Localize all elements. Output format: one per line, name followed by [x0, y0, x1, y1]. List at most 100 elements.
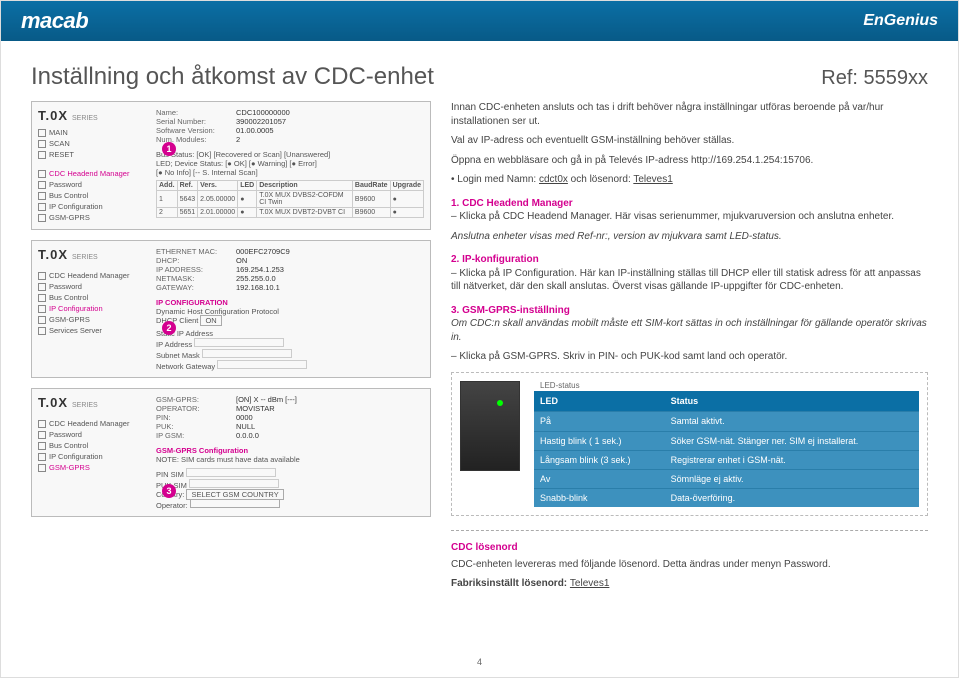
tox-logo: T.0X [38, 108, 68, 123]
menu-item: Services Server [49, 326, 102, 335]
table-row: Långsam blink (3 sek.)Registrerar enhet … [534, 450, 919, 469]
td: B9600 [352, 208, 390, 218]
menu-item: IP Configuration [49, 452, 103, 461]
td: Data-överföring. [665, 489, 919, 508]
page-number: 4 [477, 657, 482, 667]
screenshot-gsm: 3 T.0XSERIES CDC Headend Manager Passwor… [31, 388, 431, 517]
info-val: 2 [236, 135, 240, 144]
header-bar: macab EnGenius [1, 1, 958, 41]
info-key: GSM-GPRS: [156, 395, 236, 404]
info-val: ON [236, 256, 247, 265]
document-page: macab EnGenius Inställning och åtkomst a… [0, 0, 959, 678]
login-password: Televes1 [633, 174, 672, 185]
info-val: 255.255.0.0 [236, 274, 276, 283]
th: Upgrade [390, 181, 423, 191]
info-key: DHCP: [156, 256, 236, 265]
table-row: Hastig blink ( 1 sek.)Söker GSM-nät. Stä… [534, 431, 919, 450]
th: LED [534, 391, 665, 412]
brand-right-logo: EnGenius [863, 12, 938, 30]
menu-item: GSM-GPRS [49, 463, 90, 472]
td: 2.05.00000 [198, 191, 238, 208]
info-key: PUK: [156, 422, 236, 431]
td: På [534, 412, 665, 431]
td: Långsam blink (3 sek.) [534, 450, 665, 469]
ipconfig-title: IP CONFIGURATION [156, 298, 424, 307]
table-row: 1 5643 2.05.00000 ● T.0X MUX DVBS2-COFDM… [157, 191, 424, 208]
td: Sömnläge ej aktiv. [665, 469, 919, 488]
td: 2.01.00000 [198, 208, 238, 218]
menu-item: GSM-GPRS [49, 315, 90, 324]
series-label: SERIES [72, 254, 98, 261]
menu-item: CDC Headend Manager [49, 271, 129, 280]
info-key: Software Version: [156, 126, 236, 135]
th: Description [257, 181, 353, 191]
series-label: SERIES [72, 402, 98, 409]
table-row: 2 5651 2.01.00000 ● T.0X MUX DVBT2-DVBT … [157, 208, 424, 218]
info-val: 0000 [236, 413, 253, 422]
td: Hastig blink ( 1 sek.) [534, 431, 665, 450]
menu-item: CDC Headend Manager [49, 169, 129, 178]
td: 5643 [177, 191, 198, 208]
menu-item: IP Configuration [49, 304, 103, 313]
info-key: IP GSM: [156, 431, 236, 440]
screenshot-ipconfig: 2 T.0XSERIES CDC Headend Manager Passwor… [31, 240, 431, 378]
menu-item: Password [49, 282, 82, 291]
separator [451, 530, 928, 531]
section-2-head: 2. IP-konfiguration [451, 253, 928, 267]
brand-left-logo: macab [21, 8, 88, 34]
section-1-line-2: Anslutna enheter visas med Ref-nr:, vers… [451, 230, 928, 244]
menu-item: Password [49, 180, 82, 189]
info-key: PIN: [156, 413, 236, 422]
field-label: IP Address [156, 340, 192, 349]
pw-factory-value: Televes1 [570, 578, 609, 589]
pw-factory-prefix: Fabriksinställt lösenord: [451, 578, 570, 589]
td: Registrerar enhet i GSM-nät. [665, 450, 919, 469]
menu-item: Password [49, 430, 82, 439]
gsm-note: NOTE: SIM cards must have data available [156, 455, 424, 464]
led-status-table: LED Status PåSamtal aktivt. Hastig blink… [534, 391, 919, 507]
modules-table: Add. Ref. Vers. LED Description BaudRate… [156, 180, 424, 218]
td: Av [534, 469, 665, 488]
menu-item: GSM-GPRS [49, 213, 90, 222]
led-device-status: LED; Device Status: [● OK] [● Warning] [… [156, 159, 424, 168]
tox-logo: T.0X [38, 395, 68, 410]
table-row: AvSömnläge ej aktiv. [534, 469, 919, 488]
side-menu-2: CDC Headend Manager Password Bus Control… [38, 270, 148, 336]
info-val: NULL [236, 422, 255, 431]
ipconfig-subtitle: Dynamic Host Configuration Protocol [156, 307, 424, 316]
login-line: • Login med Namn: cdct0x och lösenord: T… [451, 173, 928, 187]
info-block: Name:CDC100000000 Serial Number:39000220… [156, 108, 424, 144]
reference-number: Ref: 5559xx [821, 67, 928, 90]
td: Söker GSM-nät. Stänger ner. SIM ej insta… [665, 431, 919, 450]
td: ● [238, 191, 257, 208]
info-key: GATEWAY: [156, 283, 236, 292]
tox-logo: T.0X [38, 247, 68, 262]
net-block: ETHERNET MAC:000EFC2709C9 DHCP:ON IP ADD… [156, 247, 424, 292]
td: 5651 [177, 208, 198, 218]
info-val: MOVISTAR [236, 404, 275, 413]
intro-para-1: Innan CDC-enheten ansluts och tas i drif… [451, 101, 928, 128]
menu-item: IP Configuration [49, 202, 103, 211]
menu-item: CDC Headend Manager [49, 419, 129, 428]
callout-1: 1 [162, 142, 176, 156]
info-key: Serial Number: [156, 117, 236, 126]
led-status-box: LED-status LED Status PåSamtal aktivt. H… [451, 372, 928, 517]
info-val: CDC100000000 [236, 108, 290, 117]
info-val: 169.254.1.253 [236, 265, 284, 274]
field-label: Subnet Mask [156, 351, 200, 360]
info-key: NETMASK: [156, 274, 236, 283]
led-status-label: LED-status [540, 381, 919, 392]
th: BaudRate [352, 181, 390, 191]
table-row: Snabb-blinkData-överföring. [534, 489, 919, 508]
th: Ref. [177, 181, 198, 191]
section-3-line-2: – Klicka på GSM-GPRS. Skriv in PIN- och … [451, 350, 928, 364]
menu-item: Bus Control [49, 441, 88, 450]
field-label: Network Gateway [156, 362, 215, 371]
info-val: [ON] X -- dBm [---] [236, 395, 297, 404]
menu-item: Bus Control [49, 293, 88, 302]
device-photo [460, 381, 520, 471]
field-label: Operator: [156, 501, 188, 510]
screenshots-column: 1 T.0XSERIES MAIN SCAN RESET CDC Headend… [31, 101, 431, 597]
info-key: IP ADDRESS: [156, 265, 236, 274]
td: B9600 [352, 191, 390, 208]
